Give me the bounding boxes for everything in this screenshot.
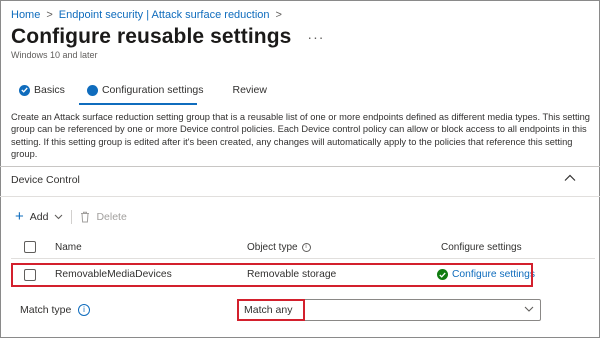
match-value-highlight-box	[237, 299, 305, 321]
select-all-checkbox[interactable]	[24, 241, 36, 253]
step-basics[interactable]: Basics	[19, 84, 65, 96]
column-header-configure-settings[interactable]: Configure settings	[441, 242, 522, 253]
column-header-object-type-label: Object type	[247, 242, 298, 253]
column-header-object-type[interactable]: Object type i	[247, 242, 311, 253]
more-options-icon[interactable]: ···	[307, 30, 324, 44]
add-button-label: Add	[29, 210, 49, 223]
chevron-down-icon[interactable]	[524, 306, 534, 313]
step-review-label: Review	[232, 84, 267, 96]
breadcrumb: Home > Endpoint security | Attack surfac…	[11, 9, 288, 21]
section-divider	[0, 166, 600, 167]
table-header: Name Object type i Configure settings	[11, 240, 595, 256]
toolbar-separator	[71, 209, 73, 224]
page-subtitle: Windows 10 and later	[11, 50, 98, 60]
step-configuration-settings[interactable]: Configuration settings	[86, 84, 204, 96]
section-title-device-control: Device Control	[11, 174, 80, 186]
delete-button[interactable]: Delete	[80, 210, 127, 223]
page-title: Configure reusable settings	[11, 25, 292, 48]
title-row: Configure reusable settings ···	[11, 25, 324, 49]
add-button[interactable]: + Add	[15, 209, 63, 224]
step-basics-label: Basics	[34, 84, 65, 96]
toolbar: + Add Delete	[15, 209, 127, 224]
column-header-name[interactable]: Name	[55, 242, 82, 253]
chevron-down-icon	[55, 214, 63, 219]
step-review[interactable]: Review	[233, 84, 267, 96]
section-divider	[0, 196, 600, 197]
breadcrumb-home[interactable]: Home	[11, 9, 40, 21]
match-type-label: Match type	[20, 304, 72, 316]
trash-icon	[81, 211, 90, 222]
checkmark-icon	[19, 84, 30, 96]
table-header-divider	[11, 258, 595, 259]
current-step-icon	[86, 84, 98, 96]
breadcrumb-separator: >	[46, 9, 53, 21]
plus-icon: +	[15, 208, 24, 225]
delete-button-label: Delete	[96, 210, 127, 223]
chevron-up-icon[interactable]	[563, 172, 577, 184]
breadcrumb-attack-surface-reduction[interactable]: Endpoint security | Attack surface reduc…	[59, 9, 270, 21]
step-configuration-settings-label: Configuration settings	[101, 84, 204, 96]
description-text: Create an Attack surface reduction setti…	[11, 112, 590, 159]
info-icon[interactable]: i	[78, 304, 90, 316]
info-icon[interactable]: i	[301, 243, 311, 252]
row-highlight-box	[11, 263, 533, 287]
breadcrumb-separator: >	[275, 9, 282, 21]
active-step-underline	[79, 103, 197, 105]
wizard-steps: Basics Configuration settings Review	[19, 84, 267, 96]
